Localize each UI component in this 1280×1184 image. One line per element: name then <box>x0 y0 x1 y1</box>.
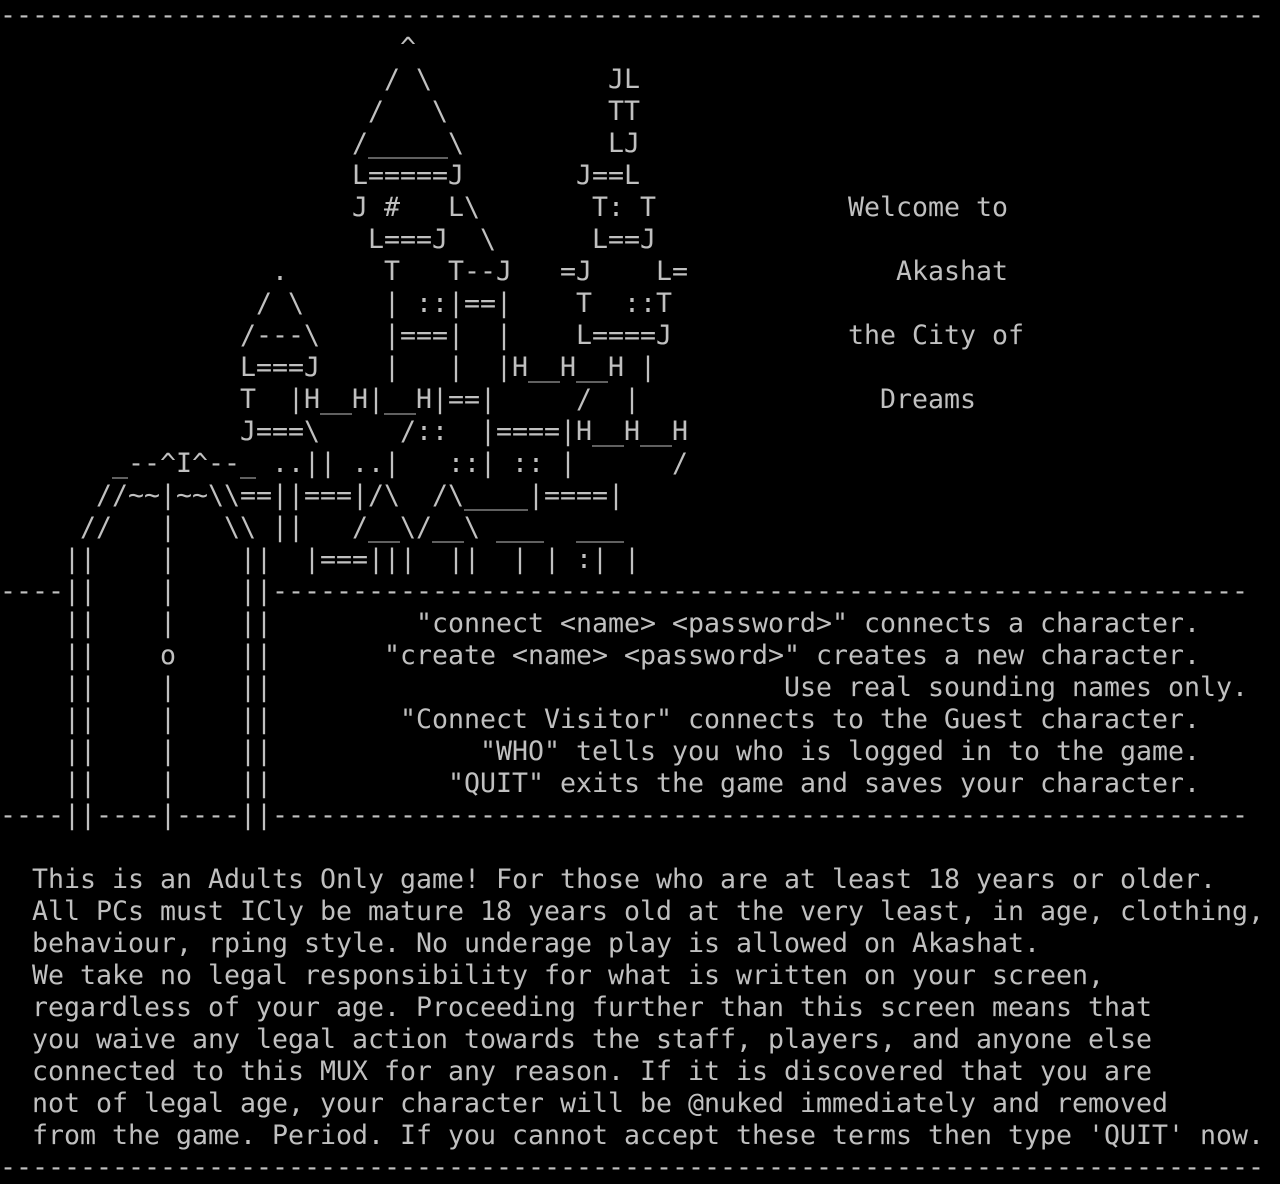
terminal-line: // | \\ || /__\/__\ ___ ___ <box>0 512 625 543</box>
terminal-line: //~~|~~\\==||===|/\ /\____|====| <box>0 480 625 511</box>
terminal-line: ^ <box>0 32 417 63</box>
terminal-line: connected to this MUX for any reason. If… <box>0 1056 1153 1087</box>
terminal-line: / \ TT <box>0 96 640 127</box>
terminal-line: ----|| | ||-----------------------------… <box>0 576 1249 607</box>
terminal-line: || | || "QUIT" exits the game and saves … <box>0 768 1201 799</box>
terminal-line: || | || "WHO" tells you who is logged in… <box>0 736 1201 767</box>
terminal-line: || | || |===||| || | | :| | <box>0 544 640 575</box>
terminal-line: All PCs must ICly be mature 18 years old… <box>0 896 1265 927</box>
terminal-line: not of legal age, your character will be… <box>0 1088 1169 1119</box>
terminal-line: /---\ |===| | L====J the City of <box>0 320 1025 351</box>
terminal-line: you waive any legal action towards the s… <box>0 1024 1153 1055</box>
terminal-line: This is an Adults Only game! For those w… <box>0 864 1217 895</box>
terminal-screen[interactable]: ----------------------------------------… <box>0 0 1280 1184</box>
terminal-line: We take no legal responsibility for what… <box>0 960 1105 991</box>
terminal-line: || | || "Connect Visitor" connects to th… <box>0 704 1201 735</box>
terminal-line: /_____\ LJ <box>0 128 640 159</box>
terminal-line: J # L\ T: T Welcome to <box>0 192 1009 223</box>
terminal-line: _--^I^--_ ..|| ..| ::| :: | / <box>0 448 689 479</box>
terminal-line: ----||----|----||-----------------------… <box>0 800 1249 831</box>
terminal-line: || | || Use real sounding names only. <box>0 672 1249 703</box>
terminal-line: J===\ /:: |====|H__H__H <box>0 416 689 447</box>
terminal-line: ----------------------------------------… <box>0 1152 1265 1183</box>
terminal-line: || | || "connect <name> <password>" conn… <box>0 608 1201 639</box>
terminal-line: ----------------------------------------… <box>0 0 1265 31</box>
terminal-line: T |H__H|__H|==| / | Dreams <box>0 384 977 415</box>
terminal-line: regardless of your age. Proceeding furth… <box>0 992 1153 1023</box>
terminal-line: L===J \ L==J <box>0 224 657 255</box>
terminal-line: / \ JL <box>0 64 640 95</box>
terminal-line: behaviour, rping style. No underage play… <box>0 928 1041 959</box>
terminal-line: from the game. Period. If you cannot acc… <box>0 1120 1265 1151</box>
terminal-line: L=====J J==L <box>0 160 640 191</box>
terminal-line: . T T--J =J L= Akashat <box>0 256 1009 287</box>
terminal-line: L===J | | |H__H__H | <box>0 352 657 383</box>
terminal-line: / \ | ::|==| T ::T <box>0 288 673 319</box>
terminal-line: || o || "create <name> <password>" creat… <box>0 640 1201 671</box>
